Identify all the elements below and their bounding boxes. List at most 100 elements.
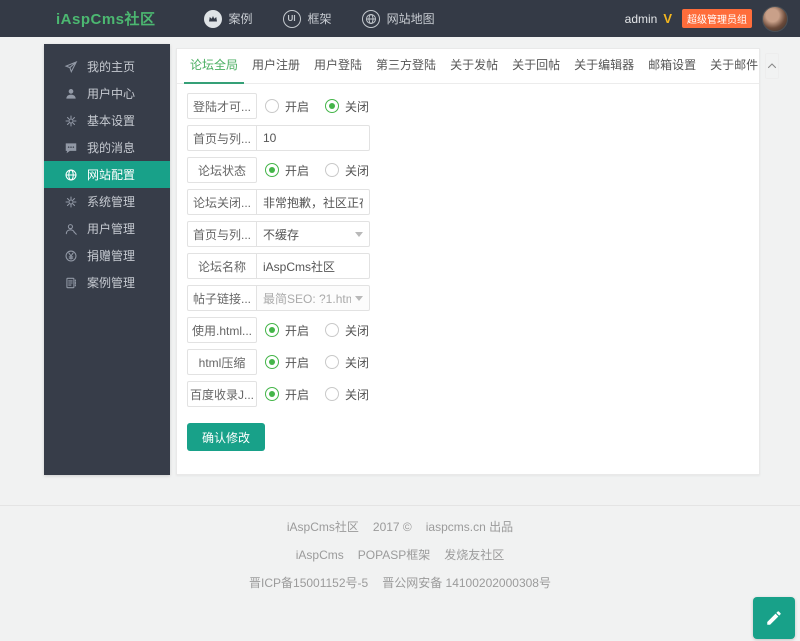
field-label: 使用.html... <box>187 317 257 343</box>
radio-baidu-js-off[interactable]: 关闭 <box>325 386 369 403</box>
paper-plane-icon <box>64 60 78 74</box>
user-manage-icon <box>64 222 78 236</box>
form-row: 首页与列... 不缓存 <box>187 221 759 247</box>
footer-link-community[interactable]: 发烧友社区 <box>444 548 504 562</box>
sidebar-item-basic-settings[interactable]: 基本设置 <box>44 107 170 134</box>
tab-user-register[interactable]: 用户注册 <box>246 49 306 84</box>
footer-link-popasp[interactable]: POPASP框架 <box>358 548 430 562</box>
sidebar: 我的主页 用户中心 基本设置 我的消息 网站配置 系统管理 用户管理 捐赠管理 … <box>44 44 170 475</box>
field-label: 登陆才可... <box>187 93 257 119</box>
radio-icon <box>325 323 339 337</box>
tab-editor[interactable]: 关于编辑器 <box>568 49 640 84</box>
sidebar-item-site-config[interactable]: 网站配置 <box>44 161 170 188</box>
radio-label: 开启 <box>285 98 309 115</box>
footer-copyright: iAspCms社区2017 ©iaspcms.cn 出品 <box>0 518 800 535</box>
nav-label: 框架 <box>308 10 332 27</box>
radio-icon <box>265 355 279 369</box>
nav-item-cases[interactable]: 案例 <box>204 10 253 28</box>
nav-item-sitemap[interactable]: 网站地图 <box>362 10 435 28</box>
form-row: html压缩 开启 关闭 <box>187 349 759 375</box>
confirm-save-button[interactable]: 确认修改 <box>187 423 265 451</box>
radio-html-compress-on[interactable]: 开启 <box>265 354 309 371</box>
role-badge[interactable]: 超级管理员组 <box>682 9 752 28</box>
post-link-select[interactable]: 最简SEO: ?1.html <box>257 285 370 311</box>
footer-credit: iaspcms.cn 出品 <box>426 520 513 534</box>
radio-label: 关闭 <box>345 162 369 179</box>
form-row: 论坛关闭... <box>187 189 759 215</box>
pencil-icon <box>765 609 783 627</box>
sidebar-item-home[interactable]: 我的主页 <box>44 53 170 80</box>
field-label: 首页与列... <box>187 221 257 247</box>
sidebar-item-label: 系统管理 <box>87 193 135 210</box>
sidebar-item-system[interactable]: 系统管理 <box>44 188 170 215</box>
radio-login-required-on[interactable]: 开启 <box>265 98 309 115</box>
document-icon <box>64 276 78 290</box>
field-label: 百度收录J... <box>187 381 257 407</box>
sidebar-item-label: 基本设置 <box>87 112 135 129</box>
security-number: 晋公网安备 14100202000308号 <box>382 576 551 590</box>
radio-label: 关闭 <box>345 322 369 339</box>
nav-label: 网站地图 <box>387 10 435 27</box>
tab-mailbox[interactable]: 邮箱设置 <box>642 49 702 84</box>
footer-links: iAspCms POPASP框架发烧友社区 <box>0 546 800 563</box>
ui-framework-icon: UI <box>283 10 301 28</box>
radio-icon <box>325 387 339 401</box>
tab-mail[interactable]: 关于邮件 <box>704 49 764 84</box>
quick-edit-button[interactable] <box>753 597 795 639</box>
yen-icon <box>64 249 78 263</box>
form-row: 论坛名称 <box>187 253 759 279</box>
radio-login-required-off[interactable]: 关闭 <box>325 98 369 115</box>
select-value: 不缓存 <box>263 226 351 243</box>
radio-baidu-js-on[interactable]: 开启 <box>265 386 309 403</box>
field-label: 帖子链接... <box>187 285 257 311</box>
main-panel: 论坛全局 用户注册 用户登陆 第三方登陆 关于发帖 关于回帖 关于编辑器 邮箱设… <box>176 48 760 475</box>
radio-label: 关闭 <box>345 98 369 115</box>
collapse-panel-button[interactable] <box>765 53 779 79</box>
radio-icon <box>265 387 279 401</box>
tab-user-login[interactable]: 用户登陆 <box>308 49 368 84</box>
field-label: 论坛关闭... <box>187 189 257 215</box>
sidebar-item-label: 用户中心 <box>87 85 135 102</box>
sidebar-item-user-center[interactable]: 用户中心 <box>44 80 170 107</box>
tab-forum-global[interactable]: 论坛全局 <box>184 49 244 84</box>
footer-year: 2017 © <box>373 520 412 534</box>
sidebar-item-donation[interactable]: 捐赠管理 <box>44 242 170 269</box>
footer-link-iaspcms[interactable]: iAspCms <box>296 548 344 562</box>
top-nav: 案例 UI 框架 网站地图 <box>204 10 465 28</box>
chat-icon <box>64 141 78 155</box>
radio-label: 关闭 <box>345 386 369 403</box>
cache-select[interactable]: 不缓存 <box>257 221 370 247</box>
icp-number: 晋ICP备15001152号-5 <box>249 576 368 590</box>
radio-forum-status-on[interactable]: 开启 <box>265 162 309 179</box>
tab-third-party-login[interactable]: 第三方登陆 <box>370 49 442 84</box>
radio-label: 开启 <box>285 386 309 403</box>
page-size-input[interactable] <box>257 125 370 151</box>
close-reason-input[interactable] <box>257 189 370 215</box>
sidebar-item-messages[interactable]: 我的消息 <box>44 134 170 161</box>
radio-icon <box>265 323 279 337</box>
user-icon <box>64 87 78 101</box>
avatar[interactable] <box>762 6 788 32</box>
nav-item-framework[interactable]: UI 框架 <box>283 10 332 28</box>
radio-html-suffix-off[interactable]: 关闭 <box>325 322 369 339</box>
app-logo[interactable]: iAspCms社区 <box>56 8 156 29</box>
username[interactable]: admin <box>625 12 658 26</box>
radio-html-suffix-on[interactable]: 开启 <box>265 322 309 339</box>
footer-icp: 晋ICP备15001152号-5 晋公网安备 14100202000308号 <box>0 574 800 591</box>
top-bar: iAspCms社区 案例 UI 框架 网站地图 admin V 超级管理员组 <box>0 0 800 37</box>
radio-html-compress-off[interactable]: 关闭 <box>325 354 369 371</box>
radio-forum-status-off[interactable]: 关闭 <box>325 162 369 179</box>
tab-posting[interactable]: 关于发帖 <box>444 49 504 84</box>
sidebar-item-label: 网站配置 <box>87 166 135 183</box>
radio-icon <box>265 163 279 177</box>
radio-label: 关闭 <box>345 354 369 371</box>
chevron-down-icon <box>355 232 363 237</box>
sidebar-item-label: 我的主页 <box>87 58 135 75</box>
form-row: 百度收录J... 开启 关闭 <box>187 381 759 407</box>
sidebar-item-user-manage[interactable]: 用户管理 <box>44 215 170 242</box>
sidebar-item-case-manage[interactable]: 案例管理 <box>44 269 170 296</box>
forum-name-input[interactable] <box>257 253 370 279</box>
field-label: html压缩 <box>187 349 257 375</box>
select-value: 最简SEO: ?1.html <box>263 290 351 307</box>
tab-replies[interactable]: 关于回帖 <box>506 49 566 84</box>
